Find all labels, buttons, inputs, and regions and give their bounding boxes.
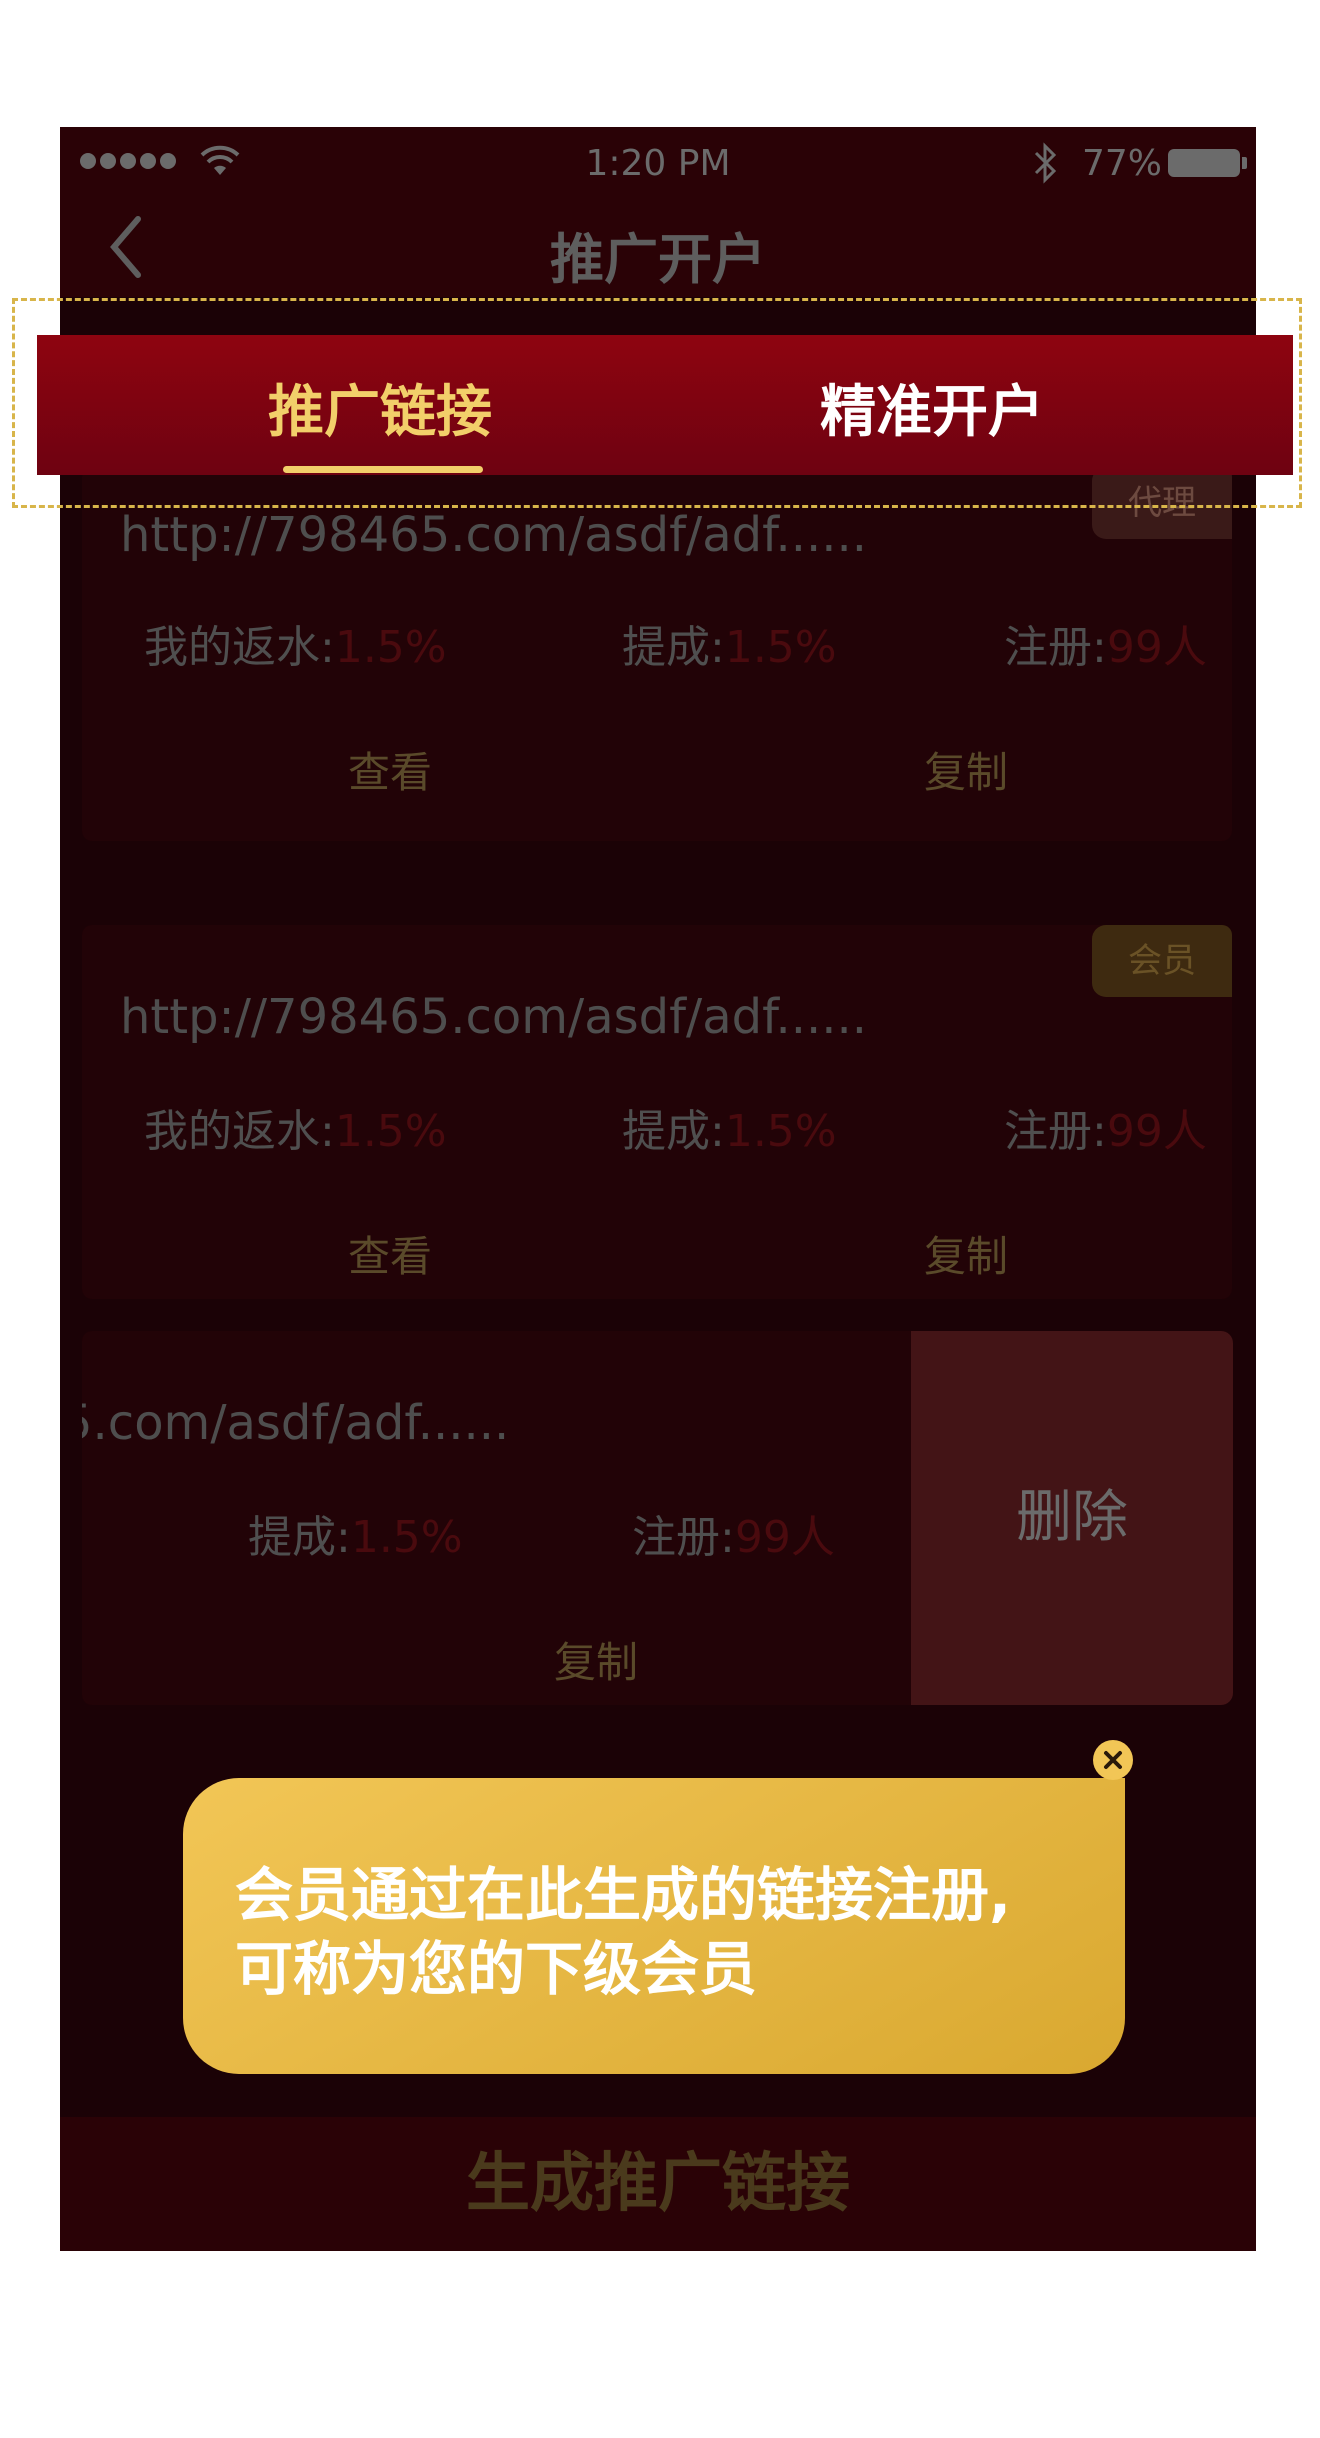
rebate-stat: 我的返水:1.5% <box>144 622 447 673</box>
register-stat: 注册:99人 <box>632 1512 835 1563</box>
nav-bar: 推广开户 <box>60 197 1256 297</box>
page-title: 推广开户 <box>550 228 766 291</box>
guide-tooltip: 会员通过在此生成的链接注册, 可称为您的下级会员 <box>183 1778 1125 2074</box>
register-stat: 注册:99人 <box>1004 1106 1207 1157</box>
generate-link-button[interactable]: 生成推广链接 <box>60 2117 1256 2251</box>
link-url: http://798465.com/asdf/adf...... <box>120 989 868 1045</box>
copy-button[interactable]: 复制 <box>924 1223 1008 1284</box>
commission-stat: 提成:1.5% <box>622 1106 837 1157</box>
tab-precise-account[interactable]: 精准开户 <box>820 367 1044 448</box>
battery-icon <box>1168 149 1247 177</box>
tooltip-text: 会员通过在此生成的链接注册, 可称为您的下级会员 <box>235 1861 1012 2003</box>
view-button[interactable]: 查看 <box>348 739 432 800</box>
close-icon[interactable] <box>1093 1740 1133 1780</box>
copy-button[interactable]: 复制 <box>924 739 1008 800</box>
commission-stat: 提成:1.5% <box>248 1512 463 1563</box>
rebate-stat: 我的返水:1.5% <box>144 1106 447 1157</box>
copy-button[interactable]: 复制 <box>554 1629 638 1690</box>
view-button[interactable]: 查看 <box>348 1223 432 1284</box>
bluetooth-icon <box>1034 142 1057 184</box>
battery-percent: 77% <box>1082 143 1163 184</box>
active-tab-indicator <box>283 466 483 473</box>
link-card-agent: 代理 http://798465.com/asdf/adf...... 我的返水… <box>82 467 1232 841</box>
link-url: 5.com/asdf/adf...... <box>82 1395 510 1451</box>
commission-stat: 提成:1.5% <box>622 622 837 673</box>
badge-agent: 代理 <box>1092 467 1232 539</box>
link-card-member: 会员 http://798465.com/asdf/adf...... 我的返水… <box>82 925 1232 1299</box>
badge-member: 会员 <box>1092 925 1232 997</box>
tab-bar: 推广链接 精准开户 <box>37 335 1293 475</box>
status-bar: 1:20 PM 77% <box>60 127 1256 197</box>
delete-button[interactable]: 删除 <box>911 1331 1233 1705</box>
link-url: http://798465.com/asdf/adf...... <box>120 507 868 563</box>
register-stat: 注册:99人 <box>1004 622 1207 673</box>
status-time: 1:20 PM <box>585 143 731 184</box>
tab-promo-link[interactable]: 推广链接 <box>268 367 492 448</box>
